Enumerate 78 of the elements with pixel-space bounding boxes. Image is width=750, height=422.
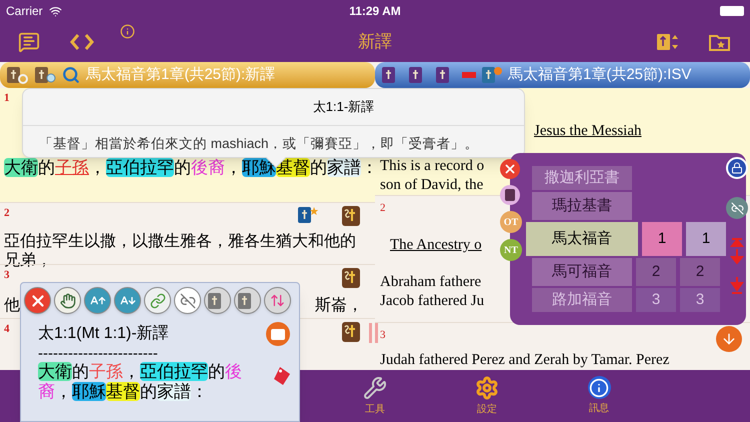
verse-number: 3 [4, 268, 10, 283]
tab-item[interactable]: 設定 [431, 370, 543, 422]
info-icon[interactable] [120, 24, 135, 38]
separator-line-text: ------------------------ [37, 346, 158, 362]
carrier-label: Carrier [6, 3, 43, 20]
clock-time: 11:29 AM [349, 3, 401, 20]
link-button[interactable] [174, 287, 201, 314]
close-icon [503, 162, 517, 176]
close-button[interactable] [24, 287, 51, 314]
wrench-icon [363, 376, 387, 400]
tag-icon[interactable] [273, 366, 291, 386]
tab-item[interactable]: 訊息 [543, 370, 655, 422]
unlink-icon [180, 292, 196, 308]
tab-item[interactable]: 工具 [319, 370, 431, 422]
popover-title: 太1:1-新譯 [312, 98, 374, 116]
verse-number: 4 [4, 322, 10, 336]
book-updown-button[interactable] [264, 287, 291, 314]
book-lifebuoy-icon[interactable] [6, 65, 28, 85]
bookmark-bars-icon [369, 322, 378, 342]
book-sort-icon[interactable] [656, 32, 680, 52]
section-heading: The Ancestry o [390, 236, 482, 255]
link-back-button[interactable] [144, 287, 171, 314]
book-option[interactable]: 瑪拉基書 [532, 192, 632, 220]
book-copy-icon[interactable] [481, 65, 503, 85]
bible-icon[interactable] [341, 320, 361, 342]
battery-icon [720, 6, 744, 16]
book-option[interactable]: 路加福音 [532, 288, 632, 312]
verse-text: Judah fathered Perez and Zerah by Tamar. Perez [380, 351, 670, 370]
verse-text: 他 [4, 296, 20, 316]
verse-number: 2 [4, 206, 10, 221]
bible-icon[interactable] [341, 205, 361, 227]
book-option[interactable]: 撒迦利亞書 [532, 166, 632, 190]
verse-number: 1 [4, 91, 10, 106]
chapter-title: 馬太福音第1章(共25節):新譯 [86, 64, 276, 85]
unlink-icon[interactable] [726, 197, 748, 219]
bible-icon[interactable] [341, 267, 361, 289]
chapter-number[interactable]: 2 [636, 258, 676, 286]
close-button[interactable] [500, 159, 520, 179]
verse-number: 2 [380, 200, 386, 216]
font-decrease-button[interactable] [114, 287, 141, 314]
verse-number[interactable]: 1 [686, 222, 726, 256]
chapter-number[interactable]: 3 [636, 288, 676, 312]
settings-icon [475, 376, 499, 400]
folder-star-icon[interactable] [708, 32, 732, 52]
testament-button[interactable]: OT [500, 211, 522, 233]
verse-text: son of David, the [380, 176, 484, 194]
book-icon[interactable] [500, 185, 520, 205]
chapter-number[interactable]: 1 [642, 222, 682, 256]
hand-button[interactable] [54, 287, 81, 314]
verse-text: 斯崙， [315, 296, 363, 316]
font-increase-button[interactable] [84, 287, 111, 314]
panel-title: 太1:1(Mt 1:1)-新譯 [38, 324, 169, 344]
hand-icon [60, 292, 76, 308]
verse-number[interactable]: 3 [680, 288, 720, 312]
testament-button[interactable]: NT [500, 239, 522, 261]
verse-text: 大衛的子孫，亞伯拉罕的後裔，耶穌基督的家譜： [38, 362, 243, 402]
verse-text: Jacob fathered Ju [380, 292, 484, 310]
nav-title: 新譯 [358, 31, 392, 54]
book-star-icon[interactable] [297, 205, 319, 225]
section-heading: Jesus the Messiah [534, 122, 642, 141]
popover-text: 「基督」相當於希伯來文的 mashiach，或「彌賽亞」，即「受膏者」。 [23, 124, 524, 154]
verse-number[interactable]: 2 [680, 258, 720, 286]
book-magnifier-icon[interactable] [34, 65, 56, 85]
lock-icon[interactable] [726, 157, 748, 179]
verse-number: 3 [380, 328, 386, 342]
search-icon[interactable] [62, 66, 80, 84]
book-option[interactable]: 馬可福音 [532, 258, 632, 286]
link-icon [150, 292, 166, 308]
up-down-arrows-icon [270, 293, 285, 308]
verse-text: Abraham fathere [380, 272, 482, 292]
verse-text: This is a record o [380, 156, 484, 176]
book-option[interactable]: 馬太福音 [526, 222, 638, 256]
calendar-download-icon[interactable] [716, 326, 742, 352]
note-icon[interactable] [18, 31, 40, 53]
chapter-title: 馬太福音第1章(共25節):ISV [508, 64, 692, 85]
info-icon [588, 376, 610, 399]
wifi-icon [48, 4, 62, 18]
code-brackets-icon[interactable] [70, 33, 94, 51]
